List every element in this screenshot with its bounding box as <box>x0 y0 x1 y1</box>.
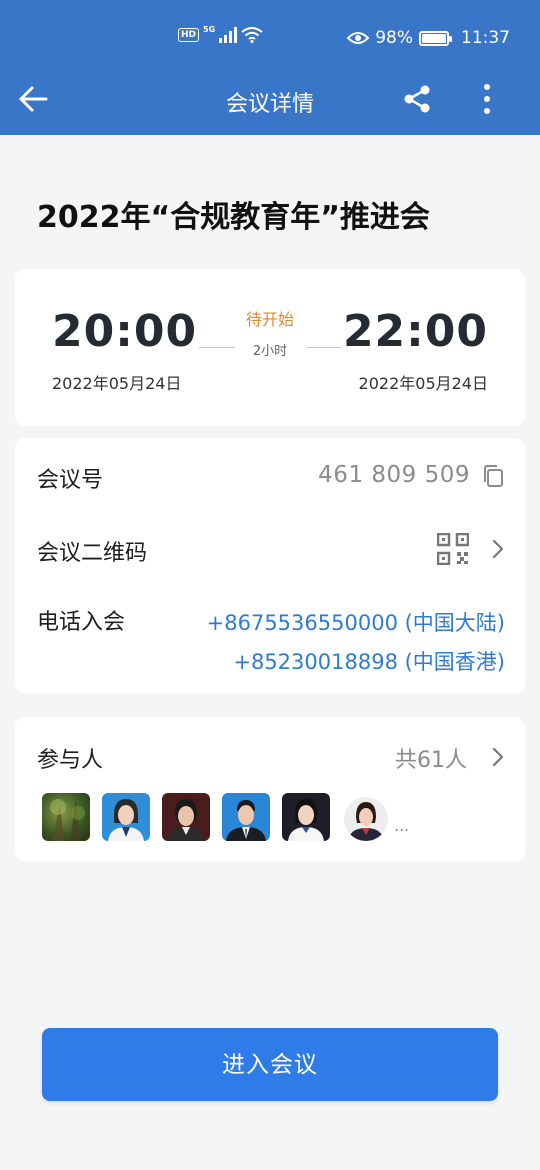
meeting-title: 2022年“合规教育年”推进会 <box>37 200 430 235</box>
phone-join-label: 电话入会 <box>37 610 126 635</box>
wifi-icon <box>241 27 263 43</box>
avatar[interactable] <box>42 793 90 841</box>
avatar[interactable] <box>222 793 270 841</box>
signal-icon <box>219 27 238 43</box>
person-photo-icon <box>108 799 144 841</box>
chevron-right-icon[interactable] <box>491 538 505 560</box>
person-photo-icon <box>226 800 266 841</box>
participants-count[interactable]: 共61人 <box>395 742 467 774</box>
hd-badge: HD <box>178 28 200 42</box>
qr-code-icon[interactable] <box>437 533 469 565</box>
network-indicators: HD 5G <box>178 24 263 43</box>
5g-label: 5G <box>203 24 216 34</box>
end-date: 2022年05月24日 <box>358 374 488 393</box>
system-indicators: 98% 11:37 <box>347 28 510 48</box>
person-photo-icon <box>348 802 384 841</box>
avatar[interactable] <box>282 793 330 841</box>
page-title: 会议详情 <box>225 92 314 117</box>
time-card: 20:00 2022年05月24日 待开始 2小时 22:00 2022年05月… <box>15 269 525 426</box>
battery-fill <box>422 33 446 43</box>
eye-icon <box>347 32 370 44</box>
meeting-id-value[interactable]: 461 809 509 <box>318 462 470 488</box>
meeting-qr-label[interactable]: 会议二维码 <box>37 535 147 567</box>
more-vertical-icon[interactable] <box>476 82 498 116</box>
participants-card[interactable]: 参与人 共61人 ... <box>15 717 525 861</box>
meeting-info-card: 会议号 461 809 509 会议二维码 电话入会 +867553655000… <box>15 438 525 693</box>
person-photo-icon <box>288 799 324 841</box>
divider-right <box>306 347 342 348</box>
phone-number-hongkong[interactable]: +85230018898 (中国香港) <box>233 646 505 676</box>
forest-image-icon <box>50 799 85 841</box>
copy-icon[interactable] <box>481 463 505 489</box>
end-time: 22:00 <box>342 306 488 357</box>
clock: 11:37 <box>461 28 510 48</box>
join-meeting-button[interactable]: 进入会议 <box>42 1028 498 1101</box>
participants-label: 参与人 <box>37 748 104 773</box>
avatar[interactable] <box>102 793 150 841</box>
phone-number-mainland[interactable]: +8675536550000 (中国大陆) <box>207 607 505 637</box>
avatar[interactable] <box>344 797 388 841</box>
person-photo-icon <box>168 799 204 841</box>
share-icon[interactable] <box>402 84 432 114</box>
meeting-id-label: 会议号 <box>37 468 104 493</box>
start-date: 2022年05月24日 <box>52 374 182 393</box>
more-participants[interactable]: ... <box>394 816 409 841</box>
chevron-right-icon[interactable] <box>491 746 505 768</box>
participant-avatars: ... <box>42 793 409 841</box>
avatar[interactable] <box>162 793 210 841</box>
battery-icon <box>419 30 452 46</box>
battery-percent: 98% <box>375 28 413 48</box>
header: 会议详情 <box>0 64 540 135</box>
